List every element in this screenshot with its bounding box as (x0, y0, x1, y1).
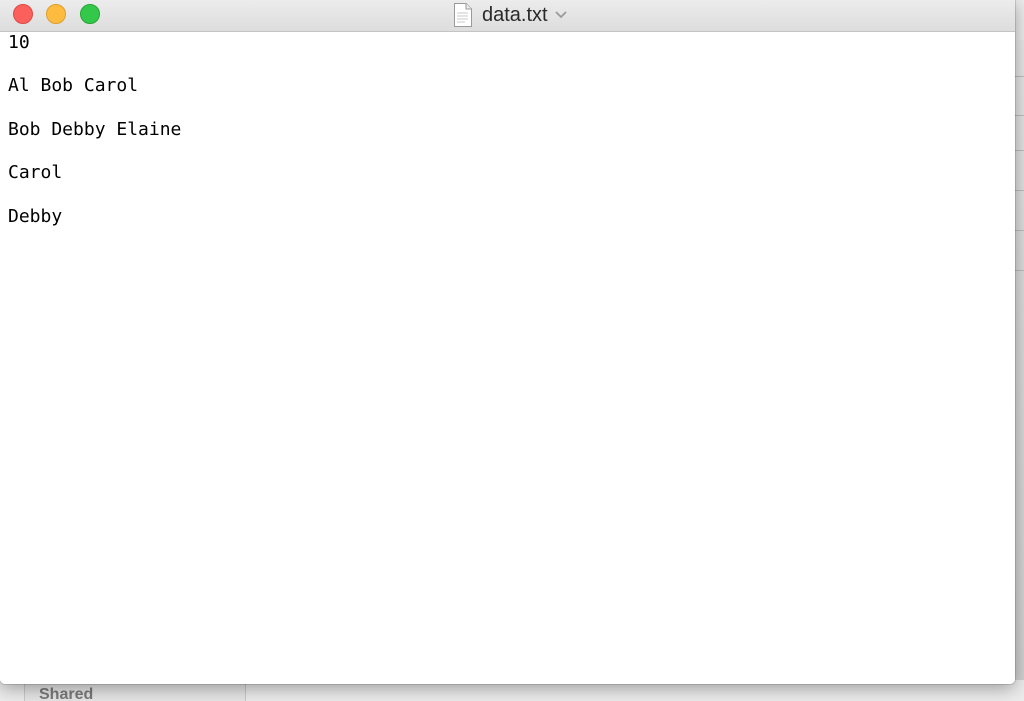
title-bar[interactable]: data.txt (0, 0, 1015, 32)
text-line: Al Bob Carol (8, 75, 139, 96)
close-window-button[interactable] (13, 4, 33, 24)
sidebar-section-label: Shared (39, 686, 94, 701)
text-editor-area[interactable]: 10 Al Bob Carol Bob Debby Elaine Carol D… (0, 32, 1015, 684)
textedit-window: data.txt 10 Al Bob Carol Bob Debby Elain… (0, 0, 1015, 684)
minimize-window-button[interactable] (46, 4, 66, 24)
text-line: 10 (8, 32, 30, 53)
document-icon (454, 3, 472, 27)
text-line: Debby (8, 206, 63, 227)
desktop: Shared data.txt 10 Al Bob Carol Bob Debb… (0, 0, 1024, 701)
background-app-edge (1014, 40, 1024, 680)
zoom-window-button[interactable] (80, 4, 100, 24)
chevron-down-icon[interactable] (554, 10, 568, 20)
text-line: Bob Debby Elaine (8, 119, 182, 140)
text-line: Carol (8, 162, 63, 183)
window-title: data.txt (482, 4, 548, 26)
window-title-group[interactable]: data.txt (453, 2, 568, 28)
